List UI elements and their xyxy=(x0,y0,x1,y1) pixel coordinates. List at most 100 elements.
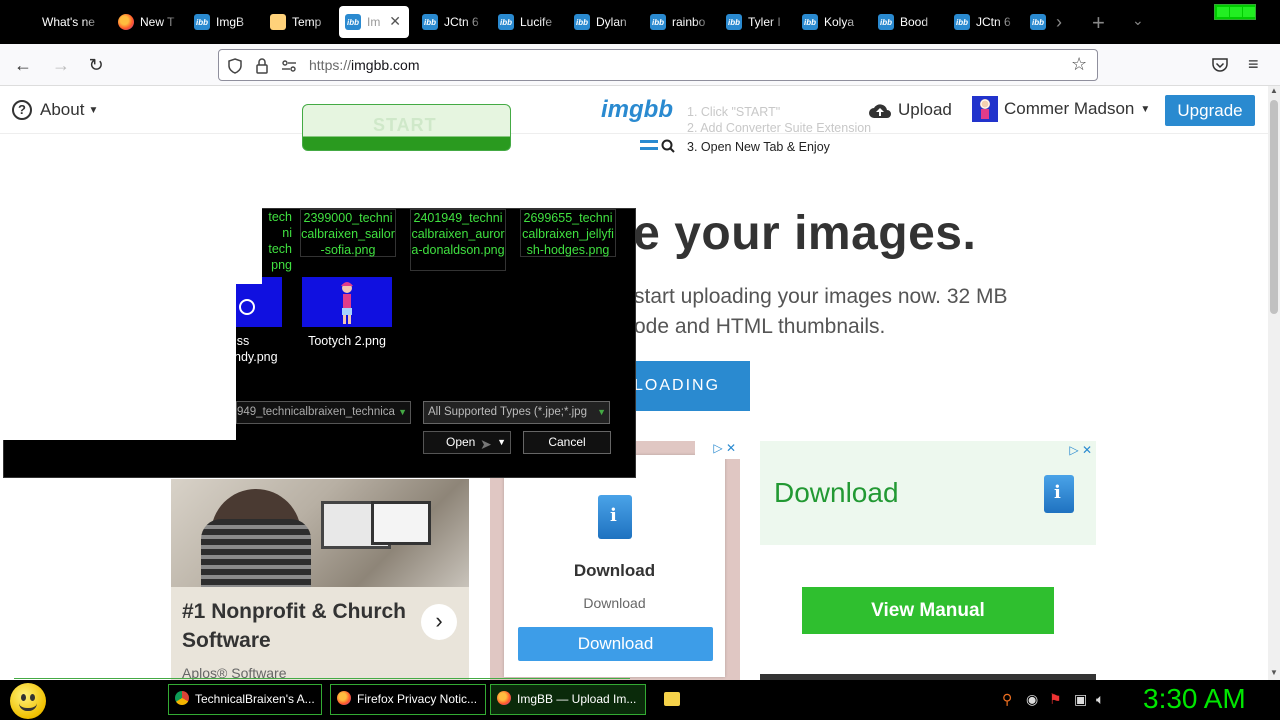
chevron-right-icon[interactable]: › xyxy=(1056,12,1062,33)
tab-partial[interactable]: ibb xyxy=(1024,6,1050,38)
chevron-down-icon[interactable]: ⌄ xyxy=(1132,12,1144,29)
tab-label: Temp xyxy=(292,15,322,29)
upgrade-button[interactable]: Upgrade xyxy=(1165,95,1255,126)
start-uploading-button[interactable]: LOADING xyxy=(620,361,750,411)
chevron-right-icon[interactable]: › xyxy=(421,604,457,640)
adchoices-icon[interactable]: ▷ ✕ xyxy=(695,441,740,459)
file-item[interactable]: 2399000_technicalbraixen_sailor-sofia.pn… xyxy=(300,209,396,257)
flag-icon[interactable]: ⚑ xyxy=(1049,691,1062,708)
avatar xyxy=(972,96,998,122)
url-text[interactable]: https://imgbb.com xyxy=(309,57,420,73)
scroll-thumb[interactable] xyxy=(1270,100,1278,314)
tab-kolya[interactable]: ibb Kolya xyxy=(796,6,866,38)
cloud-upload-icon xyxy=(869,104,891,118)
filename-input[interactable]: 949_technicalbraixen_technica ▼ xyxy=(236,401,411,424)
permissions-icon[interactable] xyxy=(281,59,297,73)
about-menu[interactable]: ? About ▼ xyxy=(12,100,98,120)
dropdown-arrow-icon[interactable]: ▼ xyxy=(497,432,506,453)
file-item[interactable]: 2699655_technicalbraixen_jellyfish-hodge… xyxy=(520,209,616,257)
cancel-button[interactable]: Cancel xyxy=(523,431,611,454)
tab-imgbb-1[interactable]: ibb ImgB xyxy=(188,6,258,38)
filename-value: 949_technicalbraixen_technica xyxy=(237,406,395,418)
imgbb-icon: ibb xyxy=(345,14,361,30)
dropdown-arrow-icon[interactable]: ▼ xyxy=(398,402,407,423)
privacy-icon[interactable]: ◉ xyxy=(1026,691,1038,708)
user-menu[interactable]: Commer Madson ▼ xyxy=(972,96,1150,122)
page-scrollbar[interactable]: ▲ ▼ xyxy=(1268,86,1280,680)
file-thumbnail[interactable] xyxy=(236,277,282,327)
file-type-filter[interactable]: All Supported Types (*.jpe;*.jpg ▼ xyxy=(423,401,610,424)
tab-whats-new[interactable]: What's ne xyxy=(36,6,104,38)
adchoices-icon[interactable]: ▷ ✕ xyxy=(1069,443,1092,457)
tab-lucifer[interactable]: ibb Lucife xyxy=(492,6,562,38)
close-icon[interactable]: ✕ xyxy=(389,13,401,30)
lock-icon[interactable] xyxy=(255,58,269,74)
ad-nonprofit[interactable]: #1 Nonprofit & Church Software › Aplos® … xyxy=(171,479,469,680)
bookmark-star-icon[interactable]: ☆ xyxy=(1071,54,1087,75)
step-1: 1. Click "START" xyxy=(687,105,781,119)
open-label: Open xyxy=(446,435,476,449)
tab-tyler[interactable]: ibb Tyler I xyxy=(720,6,790,38)
tab-rainbow[interactable]: ibb rainbo xyxy=(644,6,714,38)
tab-dylan[interactable]: ibb Dylan xyxy=(568,6,638,38)
about-label: About xyxy=(40,100,85,119)
tab-new-tab[interactable]: New T xyxy=(112,6,182,38)
task-label: Firefox Privacy Notic... xyxy=(357,692,478,706)
imgbb-icon: ibb xyxy=(574,14,590,30)
shield-icon[interactable] xyxy=(227,58,243,74)
ad-download-banner[interactable]: Download i ▷ ✕ xyxy=(760,441,1096,545)
search-icon[interactable]: ⚲ xyxy=(1002,691,1012,708)
task-chrome[interactable]: TechnicalBraixen's A... xyxy=(168,684,322,715)
tab-label: JCtn 6 xyxy=(976,15,1011,29)
battery-icon xyxy=(1214,4,1256,20)
file-item[interactable]: 2401949_technicalbraixen_aurora-donaldso… xyxy=(410,209,506,271)
pocket-icon[interactable] xyxy=(1211,56,1229,74)
tab-jctn-1[interactable]: ibb JCtn 6 xyxy=(416,6,486,38)
username-label: Commer Madson xyxy=(1004,99,1135,118)
tab-label: What's ne xyxy=(42,15,95,29)
navigation-bar: ← → ↻ https://imgbb.com ☆ ≡ xyxy=(0,44,1280,86)
tab-imgbb-active[interactable]: ibb Im ✕ xyxy=(339,6,409,38)
url-scheme: https:// xyxy=(309,57,352,73)
folder-icon[interactable] xyxy=(664,692,680,706)
clock[interactable]: 3:30 AM xyxy=(1143,683,1246,715)
step-2: 2. Add Converter Suite Extension xyxy=(687,121,872,135)
start-ad-button[interactable]: START xyxy=(302,104,511,151)
hamburger-menu-icon[interactable]: ≡ xyxy=(1248,54,1259,75)
tab-label: ImgB xyxy=(216,15,245,29)
dropdown-arrow-icon[interactable]: ▼ xyxy=(594,402,606,423)
start-label: START xyxy=(373,115,437,135)
url-bar[interactable]: https://imgbb.com ☆ xyxy=(218,49,1098,81)
file-item[interactable]: techni tech png xyxy=(262,209,292,273)
new-tab-icon[interactable]: + xyxy=(1092,10,1105,36)
ad-title: Download xyxy=(774,477,899,508)
task-imgbb[interactable]: ImgBB — Upload Im... xyxy=(490,684,646,715)
dialog-glitch-area xyxy=(3,284,236,440)
start-menu-smiley-icon[interactable] xyxy=(10,683,46,719)
upload-link[interactable]: Upload xyxy=(868,100,952,120)
ad-download-button[interactable]: Download xyxy=(518,627,713,661)
forward-arrow-icon[interactable]: → xyxy=(50,54,72,76)
tab-label: Tyler I xyxy=(748,15,781,29)
tab-label: JCtn 6 xyxy=(444,15,479,29)
tab-jctn-2[interactable]: ibb JCtn 6 xyxy=(948,6,1018,38)
notification-icon[interactable]: ▣ xyxy=(1074,691,1087,708)
caret-down-icon: ▼ xyxy=(88,104,99,116)
imgbb-icon: ibb xyxy=(194,14,210,30)
tab-temp-mail[interactable]: Temp xyxy=(264,6,334,38)
volume-icon[interactable]: 🔈︎ xyxy=(1096,691,1104,708)
reload-icon[interactable]: ↻ xyxy=(85,54,107,76)
back-arrow-icon[interactable]: ← xyxy=(12,54,34,76)
scroll-up-icon[interactable]: ▲ xyxy=(1270,86,1278,95)
file-name-partial[interactable]: iss ndy.png xyxy=(234,333,284,365)
view-manual-button[interactable]: View Manual xyxy=(802,587,1054,634)
file-thumbnail[interactable] xyxy=(302,277,392,327)
tab-bood[interactable]: ibb Bood xyxy=(872,6,942,38)
ad-card: i Download Download Download xyxy=(504,455,725,677)
file-name[interactable]: Tootych 2.png xyxy=(299,333,395,349)
imgbb-icon: ibb xyxy=(422,14,438,30)
open-button[interactable]: Open ▼ ➤ xyxy=(423,431,511,454)
scroll-down-icon[interactable]: ▼ xyxy=(1270,668,1278,677)
task-firefox-privacy[interactable]: Firefox Privacy Notic... xyxy=(330,684,486,715)
start-uploading-label: LOADING xyxy=(634,377,721,394)
